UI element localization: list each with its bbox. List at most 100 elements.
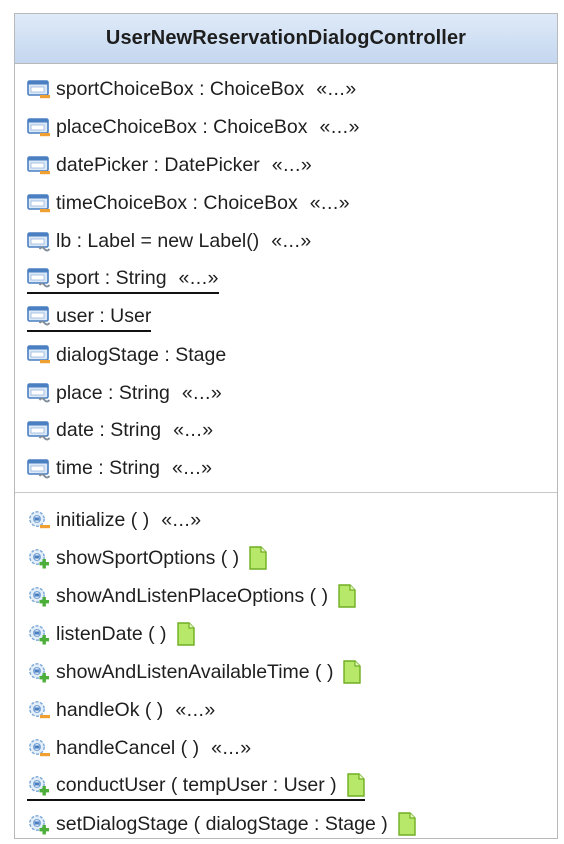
more-marker[interactable]: «...»	[316, 78, 356, 101]
attribute-row[interactable]: place : String «...»	[15, 375, 557, 413]
attribute-content: timeChoiceBox : ChoiceBox «...»	[27, 192, 350, 217]
attribute-content: lb : Label = new Label() «...»	[27, 230, 312, 255]
attribute-content: sportChoiceBox : ChoiceBox «...»	[27, 78, 357, 103]
operation-content: setDialogStage ( dialogStage : Stage )	[27, 812, 416, 838]
attribute-row[interactable]: placeChoiceBox : ChoiceBox «...»	[15, 110, 557, 148]
attribute-row[interactable]: time : String «...»	[15, 451, 557, 489]
attribute-content: placeChoiceBox : ChoiceBox «...»	[27, 116, 360, 141]
operation-row[interactable]: listenDate ( )	[15, 616, 557, 654]
field-package-icon	[27, 458, 52, 480]
field-package-icon	[27, 382, 52, 404]
operation-row[interactable]: initialize ( ) «...»	[15, 502, 557, 540]
attribute-label: sport : String	[56, 266, 167, 289]
field-package-icon	[27, 231, 52, 253]
more-marker[interactable]: «...»	[319, 116, 359, 139]
note-icon[interactable]	[343, 660, 362, 684]
operation-row[interactable]: showAndListenAvailableTime ( )	[15, 654, 557, 692]
field-private-icon	[27, 193, 52, 215]
attribute-row[interactable]: datePicker : DatePicker «...»	[15, 148, 557, 186]
more-marker[interactable]: «...»	[211, 737, 251, 760]
method-public-icon	[27, 813, 52, 835]
method-private-icon	[27, 509, 52, 531]
attribute-content: date : String «...»	[27, 419, 214, 444]
note-icon-wrap[interactable]	[167, 622, 195, 646]
operation-row[interactable]: conductUser ( tempUser : User )	[15, 768, 557, 806]
note-icon-wrap[interactable]	[239, 546, 267, 570]
operation-label: setDialogStage ( dialogStage : Stage )	[56, 812, 388, 835]
attribute-label: place : String	[56, 381, 170, 404]
note-icon-wrap[interactable]	[388, 812, 416, 836]
operation-row[interactable]: handleOk ( ) «...»	[15, 692, 557, 730]
method-public-icon	[27, 623, 52, 645]
field-private-icon	[27, 344, 52, 366]
operation-content: showSportOptions ( )	[27, 546, 267, 572]
method-private-icon	[27, 699, 52, 721]
attribute-row[interactable]: dialogStage : Stage	[15, 337, 557, 375]
attribute-content: dialogStage : Stage	[27, 344, 226, 369]
operation-label: showAndListenAvailableTime ( )	[56, 660, 334, 683]
operation-row[interactable]: showAndListenPlaceOptions ( )	[15, 578, 557, 616]
operation-row[interactable]: setDialogStage ( dialogStage : Stage )	[15, 806, 557, 844]
note-icon-wrap[interactable]	[328, 584, 356, 608]
attribute-content: place : String «...»	[27, 382, 222, 407]
attribute-row[interactable]: sportChoiceBox : ChoiceBox «...»	[15, 72, 557, 110]
more-marker[interactable]: «...»	[173, 419, 213, 442]
field-private-icon	[27, 79, 52, 101]
attribute-label: sportChoiceBox : ChoiceBox	[56, 78, 305, 101]
field-private-icon	[27, 155, 52, 177]
method-private-icon	[27, 737, 52, 759]
uml-class-box[interactable]: UserNewReservationDialogController sport…	[14, 13, 558, 839]
note-icon[interactable]	[398, 812, 416, 836]
note-icon[interactable]	[346, 773, 365, 797]
more-marker[interactable]: «...»	[271, 230, 311, 253]
more-marker[interactable]: «...»	[272, 154, 312, 177]
method-public-icon	[27, 774, 52, 796]
note-icon-wrap[interactable]	[333, 660, 362, 684]
field-private-icon	[27, 117, 52, 139]
operation-label: handleCancel ( )	[56, 736, 200, 759]
attribute-content: sport : String «...»	[27, 267, 219, 294]
more-marker[interactable]: «...»	[310, 192, 350, 215]
attribute-row[interactable]: date : String «...»	[15, 413, 557, 451]
class-header[interactable]: UserNewReservationDialogController	[15, 14, 557, 64]
more-marker[interactable]: «...»	[172, 457, 212, 480]
class-name: UserNewReservationDialogController	[105, 27, 467, 49]
attribute-label: timeChoiceBox : ChoiceBox	[56, 192, 298, 215]
operation-row[interactable]: showSportOptions ( )	[15, 540, 557, 578]
attribute-row[interactable]: lb : Label = new Label() «...»	[15, 224, 557, 262]
operation-label: handleOk ( )	[56, 698, 164, 721]
attribute-content: time : String «...»	[27, 457, 213, 482]
operation-content: handleCancel ( ) «...»	[27, 737, 252, 762]
operation-label: initialize ( )	[56, 508, 150, 531]
more-marker[interactable]: «...»	[175, 699, 215, 722]
note-icon[interactable]	[176, 622, 195, 646]
operation-content: conductUser ( tempUser : User )	[27, 773, 365, 801]
operation-content: listenDate ( )	[27, 622, 195, 648]
field-package-icon	[27, 267, 52, 289]
operation-content: handleOk ( ) «...»	[27, 699, 216, 724]
operation-label: conductUser ( tempUser : User )	[56, 773, 337, 796]
attribute-label: dialogStage : Stage	[56, 343, 227, 366]
more-marker[interactable]: «...»	[182, 382, 222, 405]
method-public-icon	[27, 585, 52, 607]
operation-row[interactable]: handleCancel ( ) «...»	[15, 730, 557, 768]
operation-content: initialize ( ) «...»	[27, 509, 202, 534]
note-icon-wrap[interactable]	[337, 773, 365, 797]
attribute-label: placeChoiceBox : ChoiceBox	[56, 116, 308, 139]
operation-label: showAndListenPlaceOptions ( )	[56, 584, 329, 607]
note-icon[interactable]	[338, 584, 356, 608]
operation-label: listenDate ( )	[56, 622, 167, 645]
more-marker[interactable]: «...»	[161, 509, 201, 532]
method-public-icon	[27, 661, 52, 683]
note-icon[interactable]	[249, 546, 267, 570]
more-marker[interactable]: «...»	[179, 267, 219, 290]
attribute-row[interactable]: timeChoiceBox : ChoiceBox «...»	[15, 186, 557, 224]
attribute-row[interactable]: sport : String «...»	[15, 261, 557, 299]
attributes-compartment: sportChoiceBox : ChoiceBox «...» placeChoi…	[15, 64, 557, 493]
attribute-content: user : User	[27, 305, 152, 332]
field-package-icon	[27, 305, 52, 327]
attribute-label: time : String	[56, 457, 161, 480]
attribute-row[interactable]: user : User	[15, 299, 557, 337]
attribute-label: date : String	[56, 419, 162, 442]
operations-compartment: initialize ( ) «...» showSportOptions ( ) s…	[15, 493, 557, 844]
